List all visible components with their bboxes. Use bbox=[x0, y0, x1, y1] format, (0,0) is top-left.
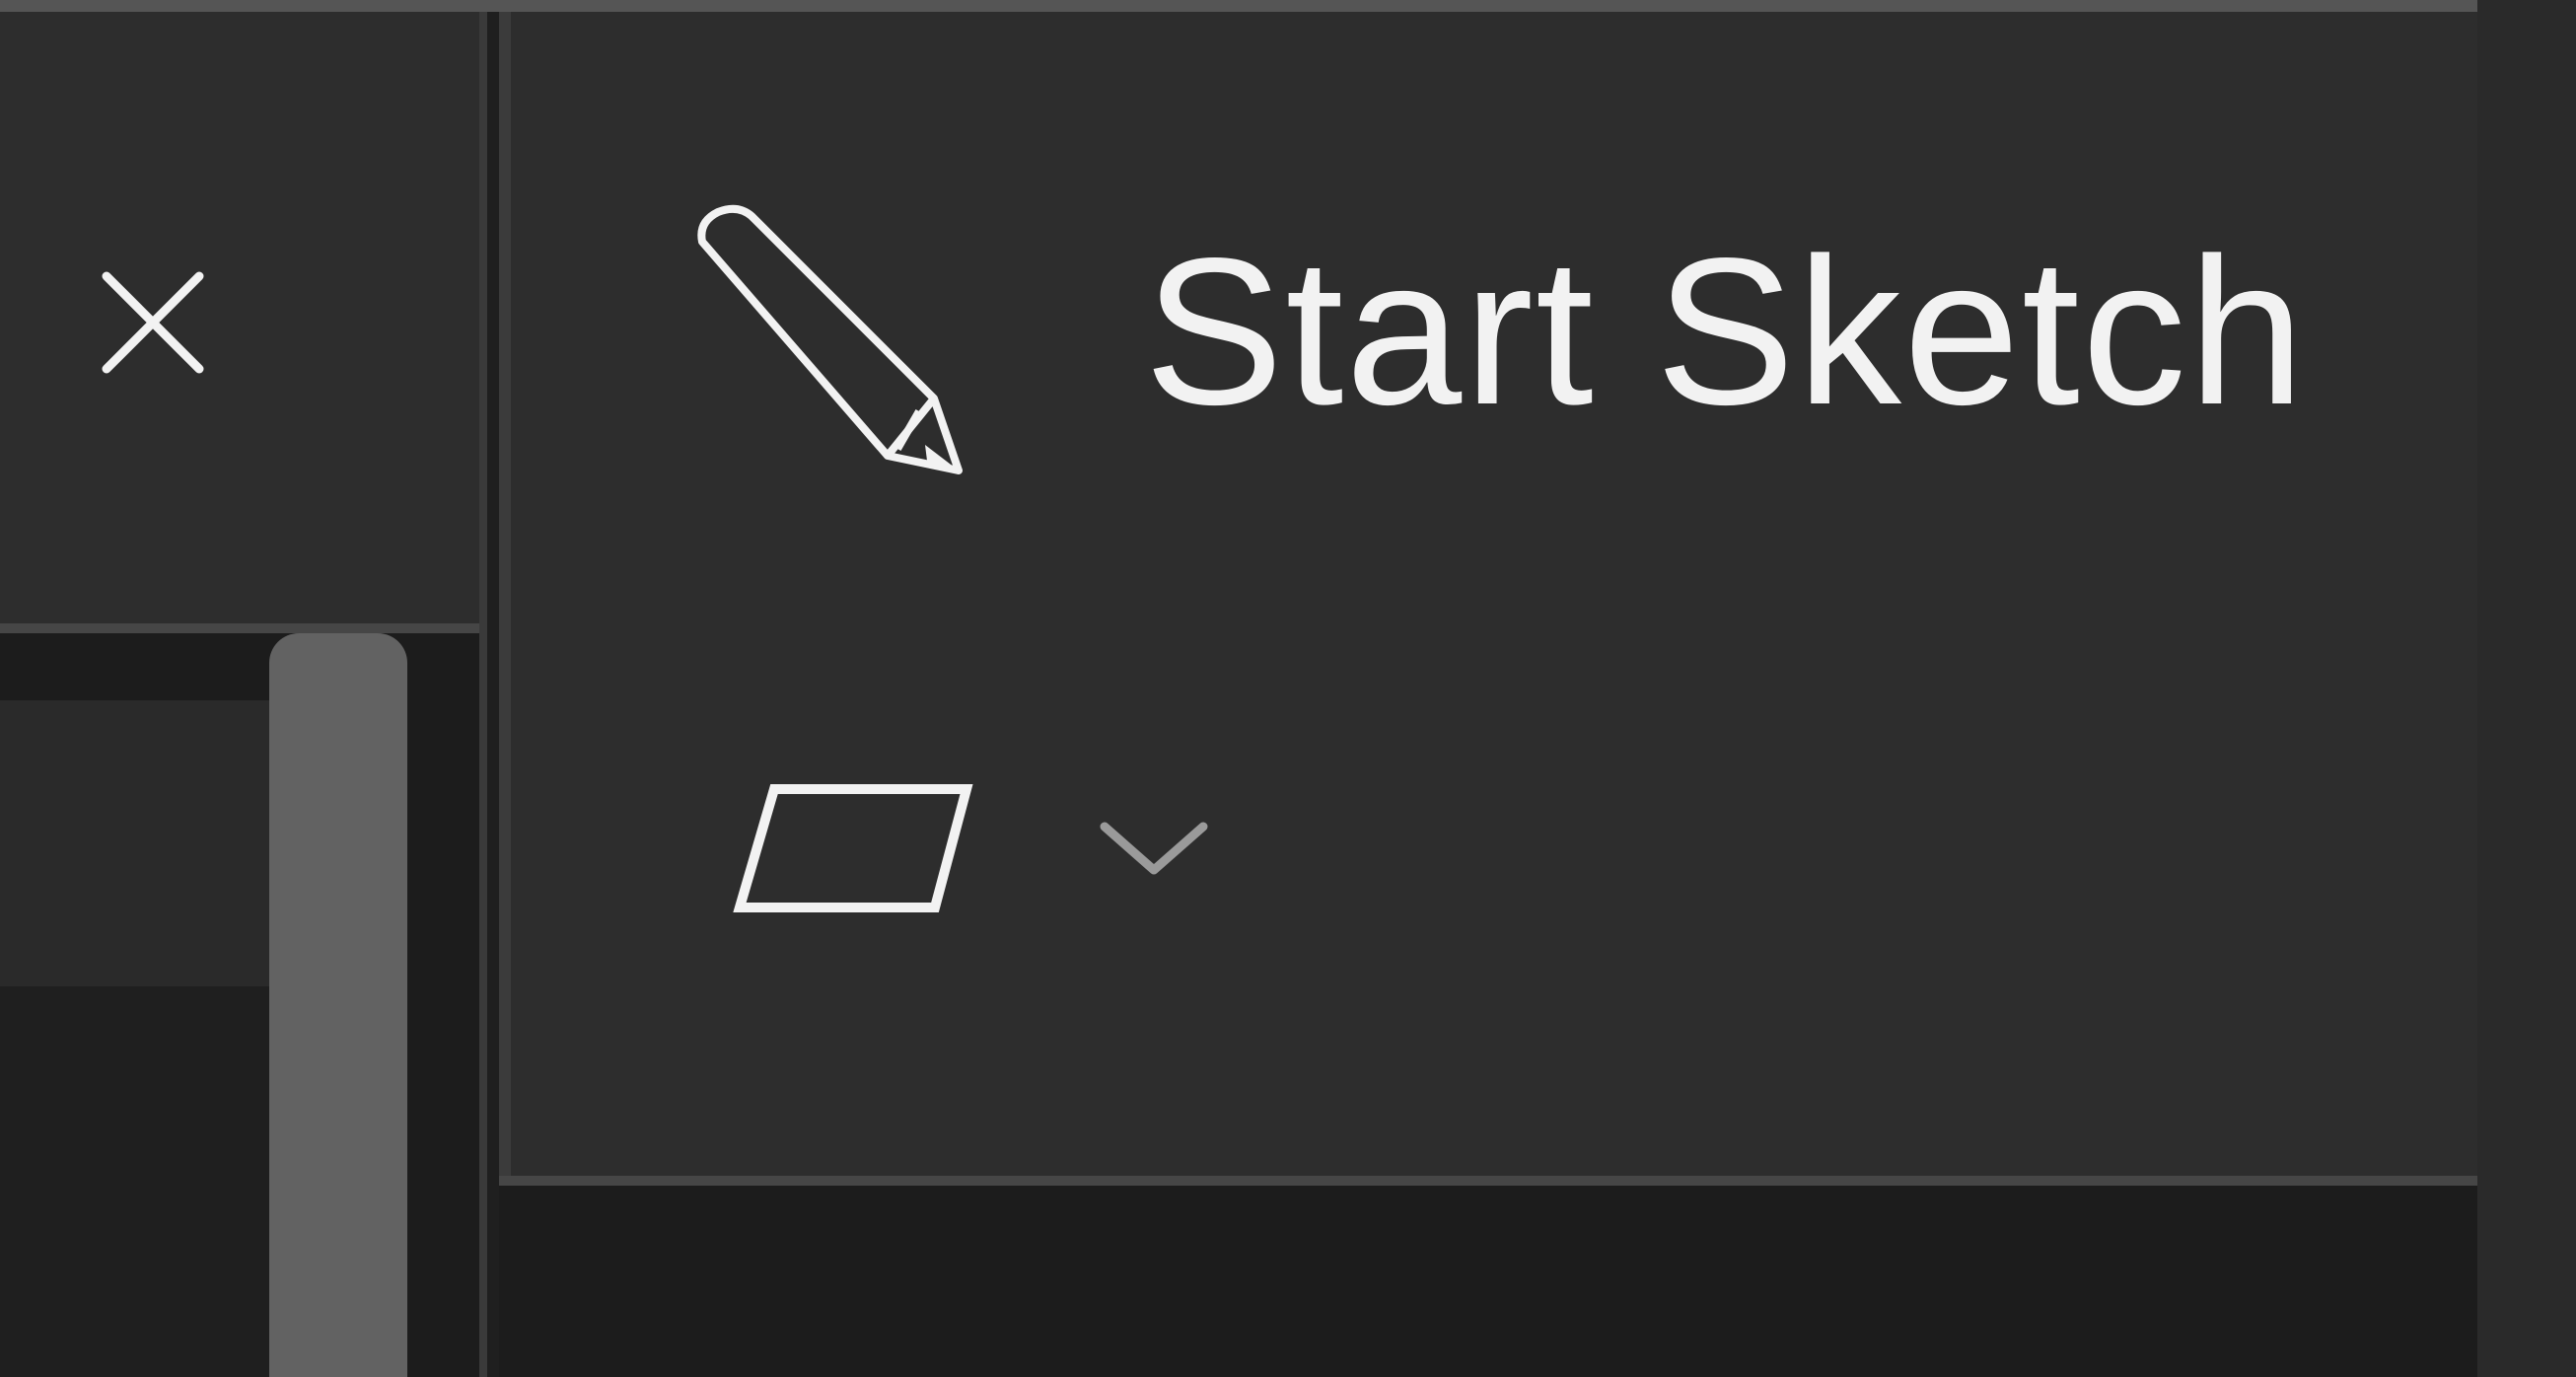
start-sketch-label: Start Sketch bbox=[1144, 214, 2307, 448]
app-window: Start Sketch bbox=[0, 0, 2576, 1377]
close-icon bbox=[102, 271, 204, 374]
sketch-toolbar-panel bbox=[499, 12, 2477, 1176]
list-item[interactable] bbox=[0, 986, 269, 1377]
sketch-plane-dropdown[interactable] bbox=[710, 750, 1243, 947]
right-edge bbox=[2477, 0, 2576, 1377]
parallelogram-icon bbox=[733, 784, 973, 912]
pencil-icon bbox=[697, 204, 963, 474]
panel-splitter-line bbox=[479, 12, 487, 1377]
list-item[interactable] bbox=[0, 700, 269, 986]
scrollbar-thumb[interactable] bbox=[269, 633, 407, 1377]
chevron-down-icon bbox=[1100, 822, 1208, 875]
left-panel-list bbox=[0, 633, 479, 1377]
left-panel-header bbox=[0, 12, 479, 623]
close-button[interactable] bbox=[79, 249, 227, 397]
sketch-toolbar-divider bbox=[499, 1176, 2477, 1186]
left-header-divider bbox=[0, 623, 479, 633]
lower-area bbox=[499, 1186, 2477, 1377]
top-border bbox=[0, 0, 2477, 12]
